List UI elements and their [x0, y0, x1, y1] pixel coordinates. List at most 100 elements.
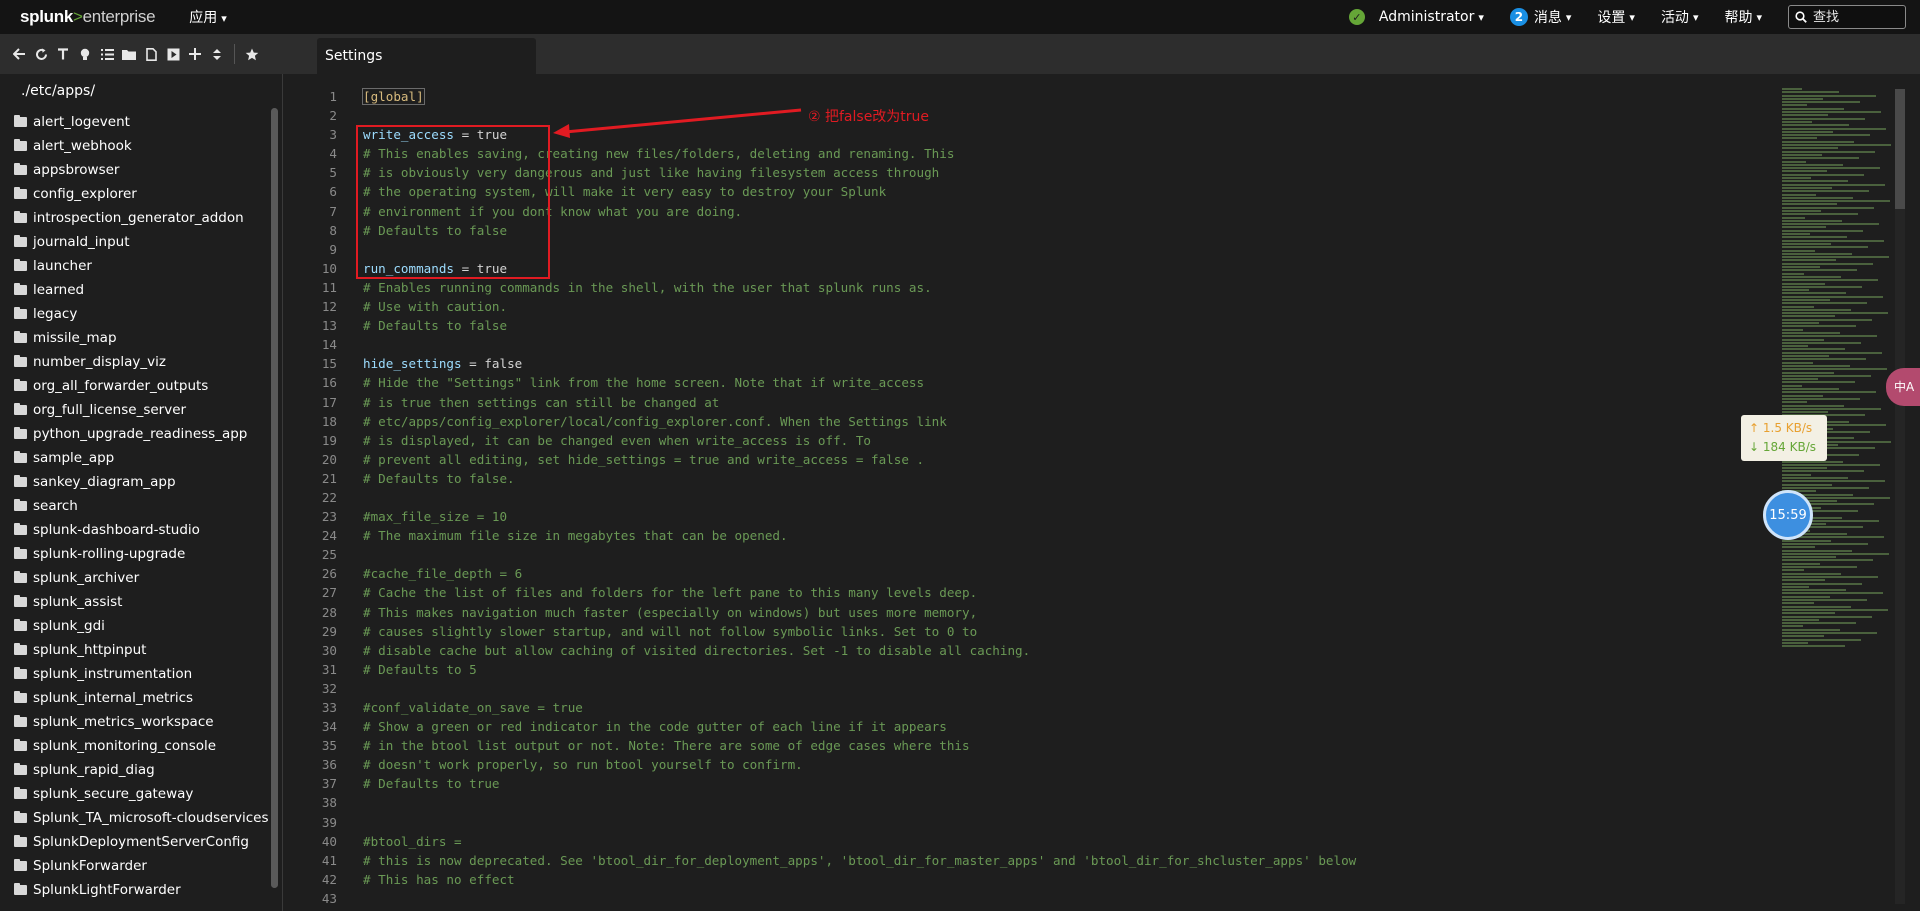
- activity-menu[interactable]: 活动: [1661, 7, 1699, 27]
- code-line[interactable]: # this is now deprecated. See 'btool_dir…: [363, 851, 1356, 870]
- sidebar-folder-item[interactable]: python_upgrade_readiness_app: [14, 422, 269, 446]
- sidebar-folder-item[interactable]: splunk_httpinput: [14, 638, 269, 662]
- code-line[interactable]: # Cache the list of files and folders fo…: [363, 583, 1356, 602]
- translate-widget[interactable]: 中A: [1886, 368, 1920, 406]
- code-line[interactable]: # Use with caution.: [363, 297, 1356, 316]
- code-line[interactable]: #btool_dirs =: [363, 832, 1356, 851]
- code-line[interactable]: [global]: [362, 87, 1356, 106]
- code-editor[interactable]: 1 2 3 4 5 6 7 8 9 10 11 12 13 14 15 16 17 18 19 20 21 22 23 24 2…: [283, 74, 1920, 911]
- sidebar-folder-item[interactable]: splunk_secure_gateway: [14, 782, 269, 806]
- sidebar-folder-item[interactable]: org_full_license_server: [14, 398, 269, 422]
- sidebar-folder-item[interactable]: launcher: [14, 254, 269, 278]
- sidebar-folder-item[interactable]: sample_app: [14, 446, 269, 470]
- sidebar-folder-item[interactable]: legacy: [14, 302, 269, 326]
- code-line[interactable]: # in the btool list output or not. Note:…: [363, 736, 1356, 755]
- folder-icon[interactable]: [118, 44, 140, 64]
- minimap-line: [1782, 180, 1848, 183]
- code-line[interactable]: # Show a green or red indicator in the c…: [363, 717, 1356, 736]
- sidebar-scroll-thumb[interactable]: [271, 108, 278, 888]
- code-line[interactable]: # disable cache but allow caching of vis…: [363, 641, 1356, 660]
- code-line[interactable]: # The maximum file size in megabytes tha…: [363, 526, 1356, 545]
- sidebar-folder-item[interactable]: splunk_gdi: [14, 614, 269, 638]
- back-arrow-icon[interactable]: [8, 44, 30, 64]
- sidebar-folder-item[interactable]: SplunkLightForwarder: [14, 878, 269, 902]
- sidebar-folder-item[interactable]: Splunk_TA_microsoft-cloudservices: [14, 806, 269, 830]
- sidebar-folder-item[interactable]: SplunkForwarder: [14, 854, 269, 878]
- sidebar-folder-item[interactable]: introspection_generator_addon: [14, 206, 269, 230]
- sidebar-scrollbar[interactable]: [271, 108, 278, 888]
- user-menu[interactable]: Administrator: [1379, 9, 1484, 25]
- health-ok-icon[interactable]: ✓: [1348, 9, 1365, 25]
- line-number: 13: [321, 318, 337, 334]
- code-line[interactable]: [363, 889, 1356, 908]
- sidebar-folder-item[interactable]: config_explorer: [14, 182, 269, 206]
- line-number: 12: [321, 299, 337, 315]
- sidebar-folder-item[interactable]: journald_input: [14, 230, 269, 254]
- list-icon[interactable]: [96, 44, 118, 64]
- code-line[interactable]: [363, 679, 1356, 698]
- sidebar-folder-item[interactable]: sankey_diagram_app: [14, 470, 269, 494]
- code-line[interactable]: # is displayed, it can be changed even w…: [363, 431, 1356, 450]
- sidebar-folder-item[interactable]: SplunkDeploymentServerConfig: [14, 830, 269, 854]
- code-line[interactable]: # etc/apps/config_explorer/local/config_…: [363, 412, 1356, 431]
- code-line[interactable]: # causes slightly slower startup, and wi…: [363, 622, 1356, 641]
- code-line[interactable]: # Enables running commands in the shell,…: [363, 278, 1356, 297]
- app-menu[interactable]: 应用: [189, 7, 227, 27]
- sidebar-folder-item[interactable]: splunk_instrumentation: [14, 662, 269, 686]
- code-line[interactable]: [363, 793, 1356, 812]
- sidebar-folder-item[interactable]: splunk_assist: [14, 590, 269, 614]
- star-icon[interactable]: [241, 44, 263, 64]
- sidebar-folder-item[interactable]: splunk-dashboard-studio: [14, 518, 269, 542]
- clock-widget[interactable]: 15:59: [1763, 490, 1813, 540]
- messages-menu[interactable]: 2 消息: [1509, 7, 1572, 27]
- code-line[interactable]: # prevent all editing, set hide_settings…: [363, 450, 1356, 469]
- code-line[interactable]: # Defaults to 5: [363, 660, 1356, 679]
- refresh-icon[interactable]: [30, 44, 52, 64]
- code-line[interactable]: # Hide the "Settings" link from the home…: [363, 373, 1356, 392]
- sidebar-folder-item[interactable]: search: [14, 494, 269, 518]
- code-line[interactable]: [363, 813, 1356, 832]
- code-line[interactable]: # is true then settings can still be cha…: [363, 393, 1356, 412]
- search-input[interactable]: [1811, 8, 1905, 26]
- sidebar-folder-item[interactable]: alert_webhook: [14, 134, 269, 158]
- code-line[interactable]: # Defaults to false: [363, 316, 1356, 335]
- sidebar-folder-item[interactable]: splunk_rapid_diag: [14, 758, 269, 782]
- code-line[interactable]: [363, 488, 1356, 507]
- code-line[interactable]: # doesn't work properly, so run btool yo…: [363, 755, 1356, 774]
- code-line[interactable]: # This has no effect: [363, 870, 1356, 889]
- code-line[interactable]: # Defaults to true: [363, 774, 1356, 793]
- code-line[interactable]: [363, 545, 1356, 564]
- search-box[interactable]: [1788, 5, 1906, 29]
- editor-scrollbar-track[interactable]: [1895, 89, 1905, 904]
- help-menu[interactable]: 帮助: [1724, 7, 1762, 27]
- sidebar-folder-item[interactable]: missile_map: [14, 326, 269, 350]
- code-line[interactable]: hide_settings = false: [363, 354, 1356, 373]
- sidebar-folder-item[interactable]: splunk-rolling-upgrade: [14, 542, 269, 566]
- plus-icon[interactable]: [184, 44, 206, 64]
- sidebar-folder-item[interactable]: splunk_internal_metrics: [14, 686, 269, 710]
- sidebar-folder-item[interactable]: splunk_archiver: [14, 566, 269, 590]
- tab-settings[interactable]: Settings: [317, 38, 536, 74]
- sidebar-folder-item[interactable]: alert_logevent: [14, 110, 269, 134]
- file-icon[interactable]: [140, 44, 162, 64]
- sidebar-folder-item[interactable]: org_all_forwarder_outputs: [14, 374, 269, 398]
- code-line[interactable]: #conf_validate_on_save = true: [363, 698, 1356, 717]
- code-line[interactable]: #max_file_size = 10: [363, 507, 1356, 526]
- editor-scroll-thumb[interactable]: [1895, 89, 1905, 209]
- sort-icon[interactable]: [206, 44, 228, 64]
- code-line[interactable]: # This makes navigation much faster (esp…: [363, 603, 1356, 622]
- code-line[interactable]: [363, 335, 1356, 354]
- sidebar-folder-item[interactable]: splunk_monitoring_console: [14, 734, 269, 758]
- code-line[interactable]: #cache_file_depth = 6: [363, 564, 1356, 583]
- run-icon[interactable]: [162, 44, 184, 64]
- sidebar-folder-item[interactable]: learned: [14, 278, 269, 302]
- settings-menu[interactable]: 设置: [1597, 7, 1635, 27]
- text-icon[interactable]: [52, 44, 74, 64]
- code-line[interactable]: # Defaults to false.: [363, 469, 1356, 488]
- sidebar-folder-item[interactable]: appsbrowser: [14, 158, 269, 182]
- sidebar-folder-item[interactable]: splunk_metrics_workspace: [14, 710, 269, 734]
- lightbulb-icon[interactable]: [74, 44, 96, 64]
- sidebar-folder-item[interactable]: number_display_viz: [14, 350, 269, 374]
- splunk-logo[interactable]: splunk>enterprise: [20, 7, 156, 27]
- code-minimap[interactable]: [1782, 88, 1892, 668]
